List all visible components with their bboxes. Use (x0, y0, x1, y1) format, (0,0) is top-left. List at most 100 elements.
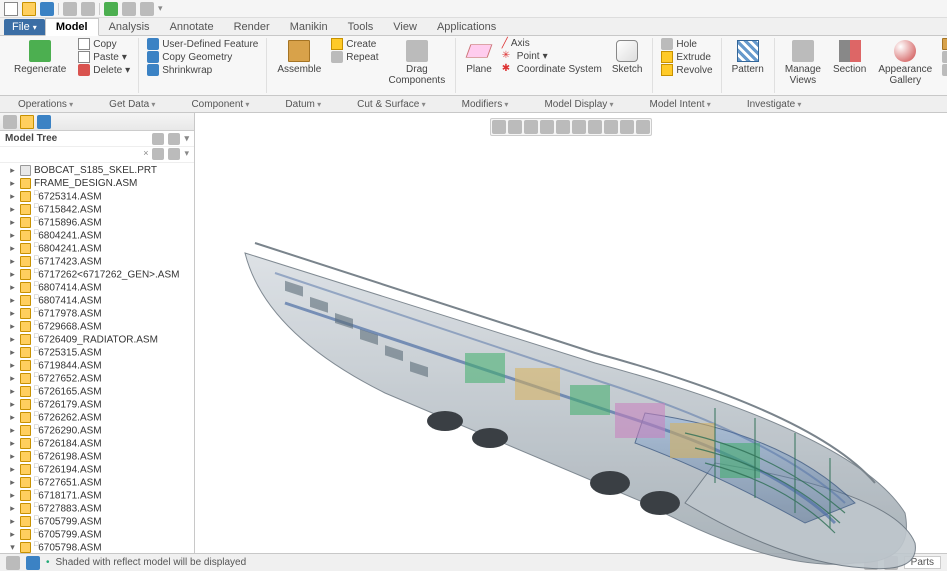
expand-icon[interactable]: ▸ (8, 217, 17, 228)
tab-render[interactable]: Render (224, 19, 280, 35)
toggle-status-button[interactable]: Toggle Status (940, 51, 947, 63)
expand-icon[interactable]: ▸ (8, 503, 17, 514)
grp-datum[interactable]: Datum (267, 99, 339, 110)
expand-icon[interactable]: ▸ (8, 386, 17, 397)
expand-icon[interactable]: ▸ (8, 256, 17, 267)
expand-icon[interactable]: ▸ (8, 464, 17, 475)
tree-node[interactable]: ▸□6726184.ASM (0, 437, 194, 450)
csys-button[interactable]: ✱Coordinate System (500, 63, 604, 75)
regenerate-icon[interactable] (104, 2, 118, 16)
expand-icon[interactable]: ▸ (8, 425, 17, 436)
undo-icon[interactable] (63, 2, 77, 16)
expand-icon[interactable]: ▸ (8, 178, 17, 189)
expand-icon[interactable]: ▸ (8, 477, 17, 488)
copy-geom-button[interactable]: Copy Geometry (145, 51, 260, 63)
tree-node[interactable]: ▸□6718171.ASM (0, 489, 194, 502)
tree-close-icon[interactable]: × (143, 148, 148, 161)
expand-icon[interactable]: ▸ (8, 516, 17, 527)
tree-node[interactable]: ▸□6807414.ASM (0, 294, 194, 307)
tab-annotate[interactable]: Annotate (160, 19, 224, 35)
drag-button[interactable]: Drag Components (385, 38, 450, 88)
expand-icon[interactable]: ▸ (8, 282, 17, 293)
saved-views-icon[interactable] (572, 120, 586, 134)
expand-icon[interactable]: ▾ (8, 542, 17, 553)
tree-show-icon[interactable] (168, 133, 180, 145)
open-icon[interactable] (22, 2, 36, 16)
edit-position-button[interactable]: Edit Position (940, 64, 947, 76)
tab-tools[interactable]: Tools (338, 19, 384, 35)
pattern-button[interactable]: Pattern (728, 38, 768, 77)
redo-icon[interactable] (81, 2, 95, 16)
spin-center-icon[interactable] (636, 120, 650, 134)
folder-tab-icon[interactable] (20, 115, 34, 129)
tree-node[interactable]: ▸□6725315.ASM (0, 346, 194, 359)
expand-icon[interactable]: ▸ (8, 269, 17, 280)
tree-node[interactable]: ▸□6729668.ASM (0, 320, 194, 333)
tree-node[interactable]: ▸□6727883.ASM (0, 502, 194, 515)
axis-button[interactable]: ╱Axis (500, 38, 604, 49)
tree-node[interactable]: ▸□6807414.ASM (0, 281, 194, 294)
expand-icon[interactable]: ▸ (8, 230, 17, 241)
tree-node[interactable]: ▸□6726262.ASM (0, 411, 194, 424)
tree-node[interactable]: ▸□6726409_RADIATOR.ASM (0, 333, 194, 346)
expand-icon[interactable]: ▸ (8, 243, 17, 254)
zoom-out-icon[interactable] (524, 120, 538, 134)
zoom-in-icon[interactable] (508, 120, 522, 134)
regenerate-button[interactable]: Regenerate (10, 38, 70, 77)
sketch-button[interactable]: Sketch (608, 38, 647, 77)
tree-node[interactable]: ▸□6717978.ASM (0, 307, 194, 320)
expand-icon[interactable]: ▸ (8, 295, 17, 306)
favorites-tab-icon[interactable] (37, 115, 51, 129)
expand-icon[interactable]: ▸ (8, 399, 17, 410)
expand-icon[interactable]: ▸ (8, 204, 17, 215)
status-icon-1[interactable] (6, 556, 20, 570)
exploded-button[interactable]: Exploded View (940, 38, 947, 50)
copy-button[interactable]: Copy (76, 38, 132, 50)
point-button[interactable]: ✳Point ▾ (500, 50, 604, 62)
tab-view[interactable]: View (383, 19, 427, 35)
tree-node[interactable]: ▸BOBCAT_S185_SKEL.PRT (0, 164, 194, 177)
tab-analysis[interactable]: Analysis (99, 19, 160, 35)
tree-node[interactable]: ▸□6705799.ASM (0, 515, 194, 528)
expand-icon[interactable]: ▸ (8, 347, 17, 358)
grp-model-display[interactable]: Model Display (526, 99, 631, 110)
expand-icon[interactable]: ▸ (8, 490, 17, 501)
assemble-button[interactable]: Assemble (273, 38, 325, 77)
appearance-button[interactable]: Appearance Gallery (874, 38, 936, 88)
grp-operations[interactable]: Operations (0, 99, 91, 110)
tree-node[interactable]: ▸□6727652.ASM (0, 372, 194, 385)
tree-node[interactable]: ▸□6804241.ASM (0, 242, 194, 255)
udf-button[interactable]: User-Defined Feature (145, 38, 260, 50)
tab-applications[interactable]: Applications (427, 19, 506, 35)
tree-node[interactable]: ▸□6726179.ASM (0, 398, 194, 411)
paste-button[interactable]: Paste ▾ (76, 51, 132, 63)
close-icon[interactable] (140, 2, 154, 16)
tree-menu-icon[interactable]: ▾ (184, 148, 189, 161)
tab-file[interactable]: File ▾ (4, 19, 45, 35)
tree-node[interactable]: ▸□6725314.ASM (0, 190, 194, 203)
expand-icon[interactable]: ▸ (8, 321, 17, 332)
grp-get-data[interactable]: Get Data (91, 99, 173, 110)
qat-dropdown-icon[interactable]: ▾ (158, 3, 163, 14)
expand-icon[interactable]: ▸ (8, 165, 17, 176)
expand-icon[interactable]: ▸ (8, 308, 17, 319)
tree-search-icon[interactable] (168, 148, 180, 160)
create-button[interactable]: Create (329, 38, 380, 50)
section-button[interactable]: Section (829, 38, 870, 77)
tree-node[interactable]: ▸FRAME_DESIGN.ASM (0, 177, 194, 190)
shading-icon[interactable] (588, 120, 602, 134)
grp-investigate[interactable]: Investigate (729, 99, 820, 110)
model-tree-tab-icon[interactable] (3, 115, 17, 129)
tree-dropdown-icon[interactable]: ▾ (184, 133, 189, 145)
rotate-icon[interactable] (540, 120, 554, 134)
tree-filter-icon[interactable] (152, 148, 164, 160)
save-icon[interactable] (40, 2, 54, 16)
tree-node[interactable]: ▸□6726290.ASM (0, 424, 194, 437)
tree-node[interactable]: ▸□6804241.ASM (0, 229, 194, 242)
expand-icon[interactable]: ▸ (8, 451, 17, 462)
manage-views-button[interactable]: Manage Views (781, 38, 825, 88)
tree-node[interactable]: ▸□6705799.ASM (0, 528, 194, 541)
status-icon-2[interactable] (26, 556, 40, 570)
grp-model-intent[interactable]: Model Intent (632, 99, 729, 110)
grp-component[interactable]: Component (173, 99, 267, 110)
